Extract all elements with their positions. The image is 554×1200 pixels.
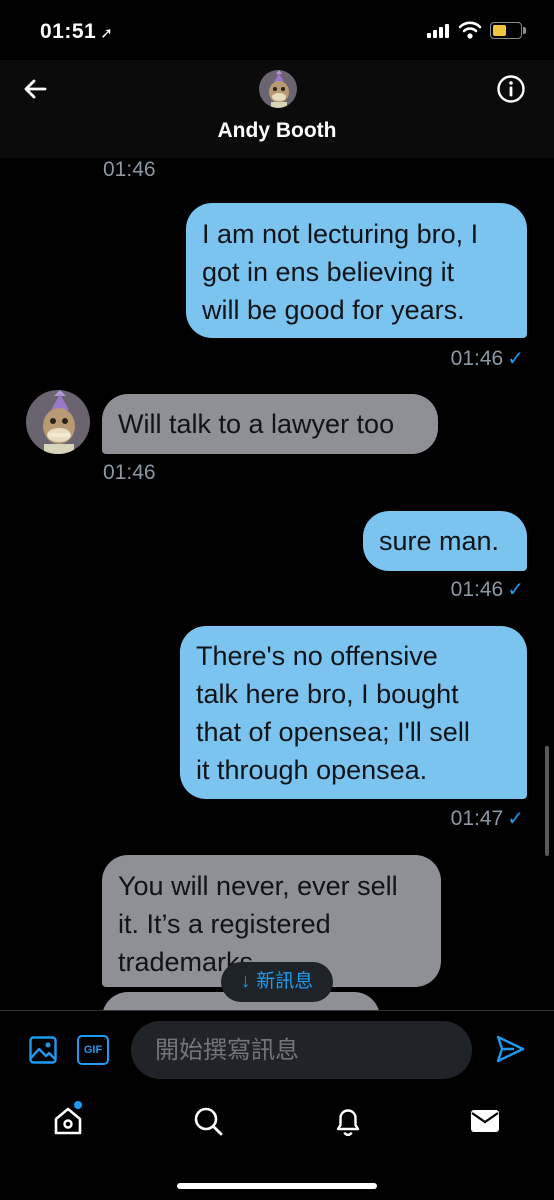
status-time-text: 01:51 <box>40 20 97 43</box>
message-line: it through opensea. <box>196 755 428 785</box>
message-timestamp: 01:46 ✓ <box>380 346 524 371</box>
sent-check-icon: ✓ <box>507 579 524 601</box>
home-icon[interactable] <box>52 1105 84 1137</box>
notifications-bell-icon[interactable] <box>332 1105 364 1137</box>
status-bar: 01:51 ➚ <box>0 0 554 60</box>
timestamp-text: 01:47 <box>450 807 504 830</box>
info-icon[interactable] <box>496 74 526 104</box>
contact-name[interactable]: Andy Booth <box>0 119 554 143</box>
ape-avatar-icon <box>26 390 90 454</box>
send-icon[interactable] <box>494 1033 526 1065</box>
cellular-signal-icon <box>427 24 449 38</box>
header-avatar[interactable] <box>259 70 297 108</box>
search-icon[interactable] <box>192 1105 224 1137</box>
outgoing-message[interactable]: There's no offensive talk here bro, I bo… <box>180 626 527 799</box>
status-time: 01:51 ➚ <box>40 20 113 44</box>
gif-button[interactable]: GIF <box>77 1035 109 1065</box>
back-arrow-icon[interactable] <box>20 74 50 104</box>
arrow-down-icon: ↓ <box>240 971 251 992</box>
message-input[interactable] <box>131 1021 472 1079</box>
sent-check-icon: ✓ <box>507 348 524 370</box>
scrollbar[interactable] <box>545 746 549 856</box>
home-indicator[interactable] <box>177 1183 377 1189</box>
wifi-icon <box>458 21 482 39</box>
outgoing-message[interactable]: sure man. <box>363 511 527 571</box>
sender-avatar[interactable] <box>26 390 90 454</box>
new-messages-label: 新訊息 <box>256 971 314 992</box>
message-composer: GIF <box>0 1011 554 1091</box>
sent-check-icon: ✓ <box>507 808 524 830</box>
new-messages-button[interactable]: ↓ 新訊息 <box>221 962 333 1002</box>
battery-icon <box>490 22 526 39</box>
battery-level <box>493 25 506 36</box>
message-timestamp: 01:47 ✓ <box>380 806 524 831</box>
message-line: will be good for years. <box>202 295 465 325</box>
image-icon[interactable] <box>28 1035 58 1065</box>
messages-envelope-icon[interactable] <box>469 1105 501 1137</box>
notification-dot <box>74 1101 82 1109</box>
battery-nub <box>523 27 526 34</box>
message-timestamp: 01:46 ✓ <box>380 577 524 602</box>
message-line: I am not lecturing bro, I <box>202 219 479 249</box>
message-timestamp: 01:46 <box>103 461 156 484</box>
message-timestamp: 01:46 <box>103 158 156 181</box>
message-line: got in ens believing it <box>202 257 455 287</box>
timestamp-text: 01:46 <box>450 347 504 370</box>
outgoing-message[interactable]: I am not lecturing bro, I got in ens bel… <box>186 203 527 338</box>
incoming-message[interactable]: Will talk to a lawyer too <box>102 394 438 454</box>
location-icon: ➚ <box>100 25 114 42</box>
conversation-header: Andy Booth <box>0 60 554 158</box>
timestamp-text: 01:46 <box>450 578 504 601</box>
message-line: that of opensea; I'll sell <box>196 717 470 747</box>
message-list[interactable]: 01:46 I am not lecturing bro, I got in e… <box>0 158 554 1010</box>
message-line: talk here bro, I bought <box>196 679 459 709</box>
message-line: You will never, ever sell <box>118 871 398 901</box>
message-line: it. It’s a registered <box>118 909 331 939</box>
message-line: There's no offensive <box>196 641 438 671</box>
ape-avatar-icon <box>259 70 297 108</box>
bottom-tab-bar <box>0 1091 554 1200</box>
